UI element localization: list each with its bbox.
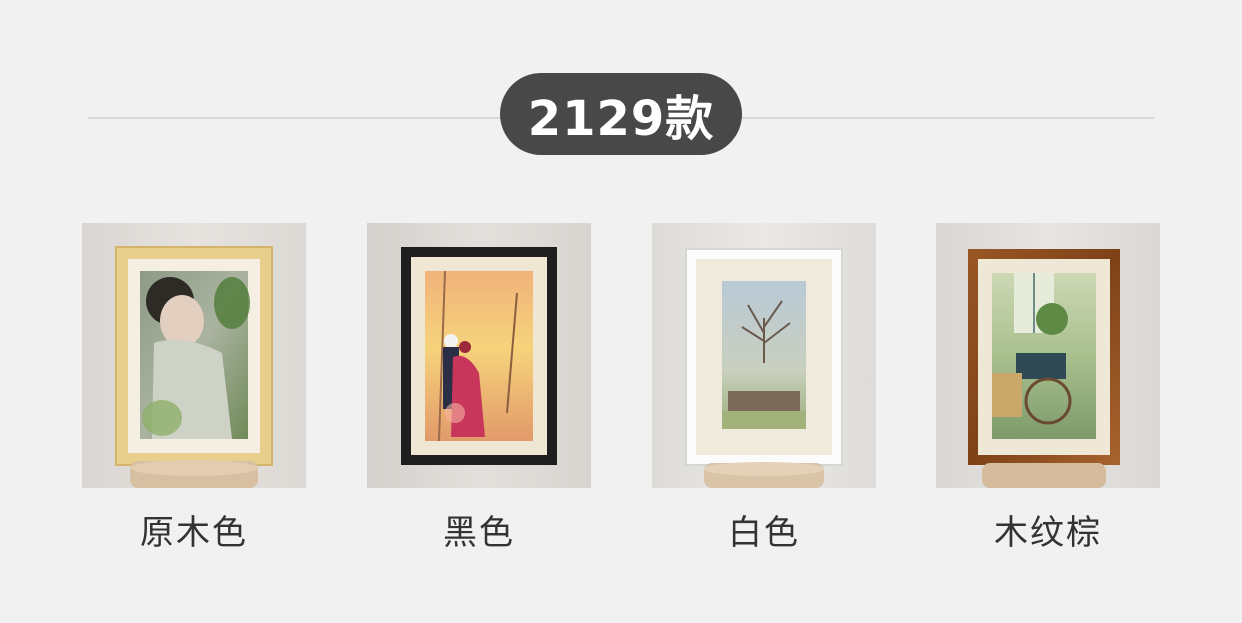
frame-label-wood-grain-brown: 木纹棕 (994, 513, 1102, 553)
frame-label-black: 黑色 (443, 513, 515, 553)
black-frame-photo (367, 223, 591, 488)
natural-wood-frame-photo (82, 223, 306, 488)
frame-label-natural-wood: 原木色 (140, 513, 248, 553)
frame-option-natural-wood[interactable] (82, 223, 306, 488)
frame-option-wood-grain-brown[interactable] (936, 223, 1160, 488)
frame-label-white: 白色 (728, 513, 800, 553)
frame-option-black[interactable] (367, 223, 591, 488)
frame-option-white[interactable] (652, 223, 876, 488)
model-title-badge: 2129款 (500, 73, 742, 155)
white-frame-photo (652, 223, 876, 488)
model-title: 2129款 (527, 91, 715, 147)
wood-grain-brown-frame-photo (936, 223, 1160, 488)
